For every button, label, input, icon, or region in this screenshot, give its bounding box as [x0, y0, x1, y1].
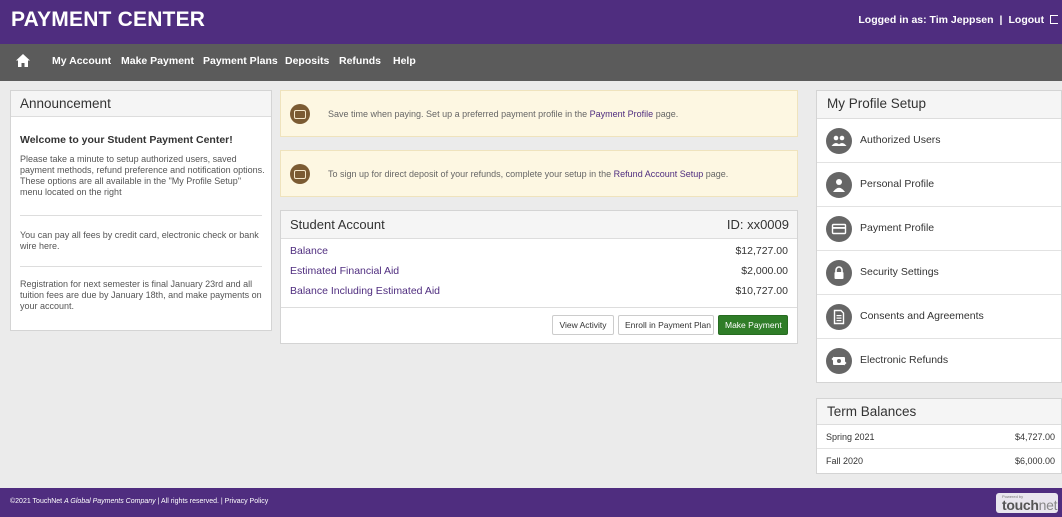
account-row-balance[interactable]: Balance $12,727.00: [290, 245, 788, 257]
notice-text-after: page.: [703, 169, 729, 179]
page-brand-title: PAYMENT CENTER: [11, 8, 206, 31]
nav-deposits[interactable]: Deposits: [285, 55, 329, 67]
touchnet-logo: Powered by touchnet: [996, 493, 1058, 513]
term-balance: $6,000.00: [1014, 456, 1055, 466]
users-icon: [826, 128, 852, 154]
account-row-value: $2,000.00: [741, 265, 788, 277]
account-row-balance-with-aid[interactable]: Balance Including Estimated Aid $10,727.…: [290, 285, 788, 297]
home-icon[interactable]: [16, 54, 30, 67]
announcement-welcome: Welcome to your Student Payment Center!: [20, 134, 233, 146]
profile-item-consents[interactable]: Consents and Agreements: [817, 295, 1061, 339]
payment-profile-notice: Save time when paying. Set up a preferre…: [280, 90, 798, 137]
page-footer: ©2021 TouchNet A Global Payments Company…: [0, 488, 1062, 517]
logo-touch: touch: [1002, 497, 1039, 513]
notice-text-before: Save time when paying. Set up a preferre…: [328, 109, 590, 119]
rights-text: | All rights reserved. |: [157, 498, 223, 505]
term-row: Fall 2020 $6,000.00: [817, 449, 1061, 473]
logout-icon[interactable]: [1050, 15, 1058, 24]
profile-item-electronic-refunds[interactable]: Electronic Refunds: [817, 339, 1061, 383]
profile-item-authorized-users[interactable]: Authorized Users: [817, 119, 1061, 163]
account-row-value: $12,727.00: [735, 245, 788, 257]
logged-in-label: Logged in as: Tim Jeppsen: [858, 14, 994, 26]
account-row-label[interactable]: Balance Including Estimated Aid: [290, 285, 440, 297]
announcement-title: Announcement: [11, 91, 271, 117]
login-status: Logged in as: Tim Jeppsen | Logout: [858, 14, 1058, 26]
student-id: ID: xx0009: [726, 217, 789, 232]
profile-item-payment-profile[interactable]: Payment Profile: [817, 207, 1061, 251]
term-balances-title: Term Balances: [817, 399, 1061, 425]
profile-item-label[interactable]: Authorized Users: [860, 134, 941, 146]
copyright-text: ©2021 TouchNet: [10, 498, 63, 505]
nav-help[interactable]: Help: [393, 55, 416, 67]
main-nav: My Account Make Payment Payment Plans De…: [0, 44, 1062, 81]
refund-icon: [826, 348, 852, 374]
account-row-financial-aid[interactable]: Estimated Financial Aid $2,000.00: [290, 265, 788, 277]
notice-text: Save time when paying. Set up a preferre…: [328, 109, 678, 119]
announcement-divider: [20, 215, 262, 216]
announcement-paragraph-registration: Registration for next semester is final …: [20, 279, 262, 311]
student-account-panel: Student Account ID: xx0009 Balance $12,7…: [280, 210, 798, 344]
money-icon: [290, 164, 310, 184]
nav-my-account[interactable]: My Account: [52, 55, 111, 67]
profile-item-security-settings[interactable]: Security Settings: [817, 251, 1061, 295]
account-row-value: $10,727.00: [735, 285, 788, 297]
profile-item-label[interactable]: Security Settings: [860, 266, 939, 278]
term-balance: $4,727.00: [1014, 432, 1055, 442]
login-separator: |: [999, 14, 1003, 26]
account-actions: View Activity Enroll in Payment Plan Mak…: [281, 307, 797, 343]
profile-item-label[interactable]: Personal Profile: [860, 178, 934, 190]
logo-wordmark: touchnet: [1002, 497, 1057, 513]
announcement-panel: Announcement Welcome to your Student Pay…: [10, 90, 272, 331]
student-account-title: Student Account: [290, 217, 385, 232]
profile-item-personal-profile[interactable]: Personal Profile: [817, 163, 1061, 207]
student-account-header: Student Account ID: xx0009: [281, 211, 797, 239]
refund-setup-notice: To sign up for direct deposit of your re…: [280, 150, 798, 197]
payment-profile-link[interactable]: Payment Profile: [590, 109, 654, 119]
notice-text-before: To sign up for direct deposit of your re…: [328, 169, 614, 179]
refund-account-setup-link[interactable]: Refund Account Setup: [614, 169, 704, 179]
credit-card-icon: [826, 216, 852, 242]
announcement-paragraph-fees: You can pay all fees by credit card, ele…: [20, 230, 259, 251]
company-text: A Global Payments Company: [64, 498, 156, 505]
money-icon: [290, 104, 310, 124]
account-row-label[interactable]: Estimated Financial Aid: [290, 265, 399, 277]
announcement-divider: [20, 266, 262, 267]
view-activity-button[interactable]: View Activity: [552, 315, 614, 335]
notice-text-after: page.: [653, 109, 679, 119]
profile-item-label[interactable]: Electronic Refunds: [860, 354, 948, 366]
lock-icon: [826, 260, 852, 286]
nav-make-payment[interactable]: Make Payment: [121, 55, 194, 67]
profile-item-label[interactable]: Payment Profile: [860, 222, 934, 234]
footer-copyright: ©2021 TouchNet A Global Payments Company…: [10, 498, 268, 505]
document-icon: [826, 304, 852, 330]
term-name: Spring 2021: [826, 432, 875, 442]
profile-setup-title: My Profile Setup: [817, 91, 1061, 119]
top-bar: PAYMENT CENTER Logged in as: Tim Jeppsen…: [0, 0, 1062, 44]
notice-text: To sign up for direct deposit of your re…: [328, 169, 728, 179]
announcement-paragraph-setup: Please take a minute to setup authorized…: [20, 154, 265, 197]
term-row: Spring 2021 $4,727.00: [817, 425, 1061, 449]
term-balances-panel: Term Balances Spring 2021 $4,727.00 Fall…: [816, 398, 1062, 474]
nav-refunds[interactable]: Refunds: [339, 55, 381, 67]
account-row-label[interactable]: Balance: [290, 245, 328, 257]
logo-net: net: [1038, 497, 1058, 513]
person-icon: [826, 172, 852, 198]
nav-payment-plans[interactable]: Payment Plans: [203, 55, 278, 67]
term-name: Fall 2020: [826, 456, 864, 466]
profile-setup-panel: My Profile Setup Authorized Users Person…: [816, 90, 1062, 383]
enroll-payment-plan-button[interactable]: Enroll in Payment Plan: [618, 315, 714, 335]
make-payment-button[interactable]: Make Payment: [718, 315, 788, 335]
profile-item-label[interactable]: Consents and Agreements: [860, 310, 984, 322]
privacy-policy-link[interactable]: Privacy Policy: [225, 498, 269, 505]
logout-link[interactable]: Logout: [1009, 14, 1045, 26]
